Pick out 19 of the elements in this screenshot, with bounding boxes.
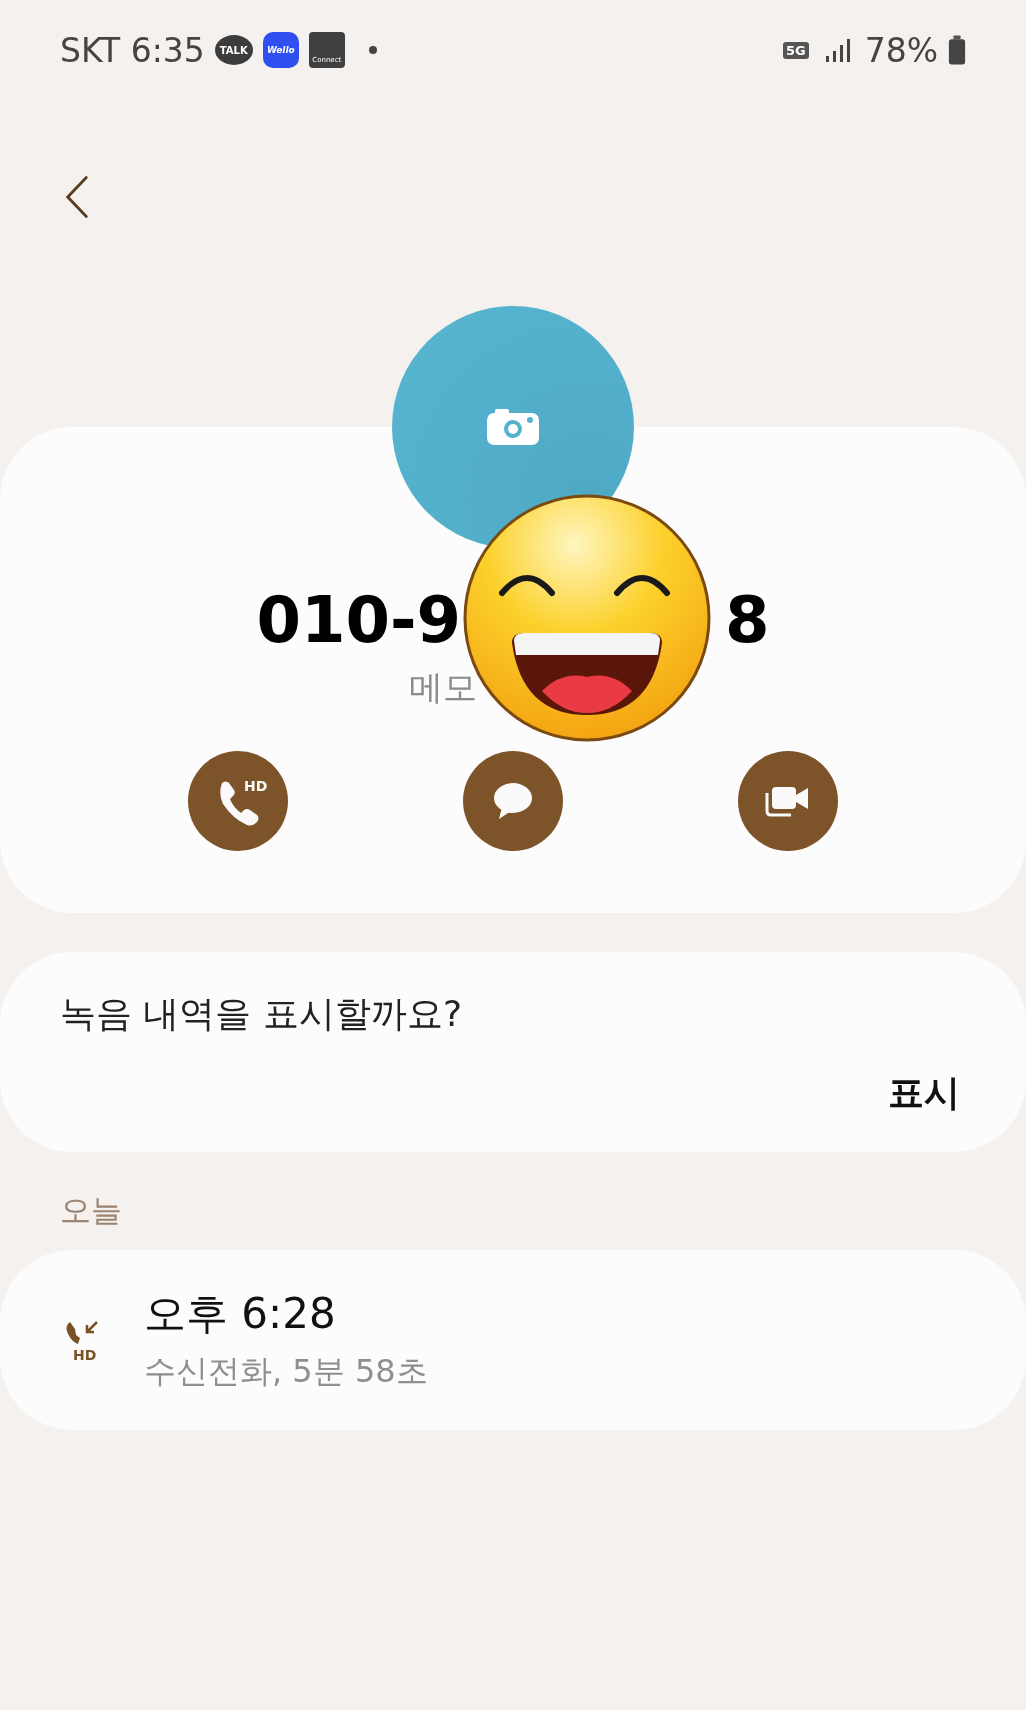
chat-bubble-icon: TALK [214,35,253,65]
call-detail: 수신전화, 5분 58초 [144,1351,428,1392]
call-button[interactable]: HD [188,751,288,851]
phone-number: 010-9 [256,583,462,657]
battery-icon [948,35,966,65]
battery-percent: 78% [864,30,938,70]
show-button[interactable]: 표시 [888,1069,960,1118]
call-time: 오후 6:28 [144,1288,337,1340]
section-header: 오늘 [60,1192,122,1228]
dot-icon [368,46,377,54]
network-icon: 5G [782,41,809,59]
phone-number: 8 [725,583,770,657]
camera-icon[interactable] [487,409,539,445]
signal-icon [824,37,851,63]
memo-label[interactable]: 메모 [409,665,477,711]
back-icon[interactable] [64,174,90,220]
prompt-text: 녹음 내역을 표시할까요? [60,992,463,1036]
app-icon: Wello [262,32,299,68]
carrier-time: SKT 6:35 [60,30,205,70]
